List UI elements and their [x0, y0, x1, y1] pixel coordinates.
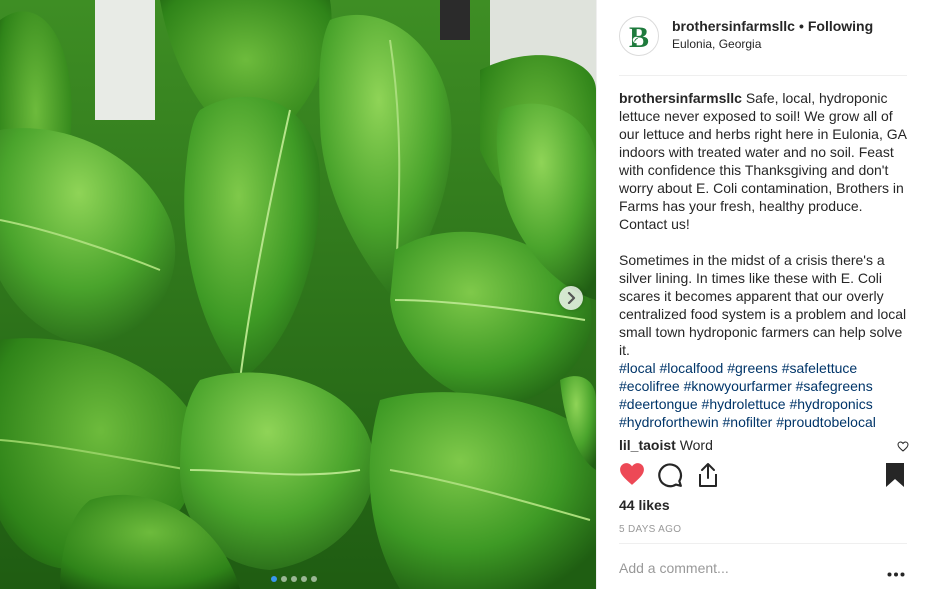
more-icon	[887, 572, 905, 577]
hashtag-link[interactable]: #ecolifree	[619, 378, 680, 394]
chevron-right-icon	[567, 292, 576, 304]
hashtag-link[interactable]: #hydroforthewin	[619, 414, 719, 430]
caption-paragraph-1: brothersinfarmsllc Safe, local, hydropon…	[619, 89, 911, 233]
carousel-dot	[311, 576, 317, 582]
like-button[interactable]	[619, 462, 645, 491]
carousel-dot	[291, 576, 297, 582]
like-count[interactable]: 44 likes	[619, 497, 670, 513]
hashtag-link[interactable]: #proudtobelocal	[776, 414, 876, 430]
caption-hashtags: #local #localfood #greens #safelettuce #…	[619, 359, 911, 431]
hashtag-link[interactable]: #hydroponics	[789, 396, 872, 412]
header-separator: •	[798, 18, 804, 34]
caption-username[interactable]: brothersinfarmsllc	[619, 90, 742, 106]
brand-logo-icon: B	[629, 21, 649, 52]
more-options-button[interactable]	[887, 564, 905, 582]
divider	[619, 543, 907, 544]
comment-text: Word	[679, 437, 713, 453]
hashtag-link[interactable]: #knowyourfarmer	[684, 378, 792, 394]
comment-button[interactable]	[657, 462, 683, 493]
lettuce-image	[0, 0, 596, 589]
heart-icon	[620, 463, 644, 485]
caption-paragraph-2: Sometimes in the midst of a crisis there…	[619, 252, 907, 358]
hashtag-link[interactable]: #safegreens	[796, 378, 873, 394]
carousel-dot-active	[271, 576, 277, 582]
comment-row: lil_taoist Word	[619, 436, 909, 454]
action-bar	[619, 462, 911, 492]
post-location[interactable]: Eulonia, Georgia	[672, 37, 873, 51]
hashtag-link[interactable]: #hydrolettuce	[702, 396, 786, 412]
bookmark-icon	[886, 463, 904, 487]
share-button[interactable]	[696, 462, 720, 493]
post-photo[interactable]	[0, 0, 596, 589]
post-timestamp[interactable]: 5 DAYS AGO	[619, 524, 681, 535]
avatar[interactable]: B	[619, 16, 659, 56]
carousel-indicator	[271, 576, 317, 582]
comment-like-button[interactable]	[897, 438, 909, 456]
svg-text:B: B	[629, 21, 649, 52]
caption-text-1: Safe, local, hydroponic lettuce never ex…	[619, 90, 907, 232]
hashtag-link[interactable]: #nofilter	[723, 414, 773, 430]
hashtag-link[interactable]: #deertongue	[619, 396, 698, 412]
post-header: B brothersinfarmsllc • Following Eulonia, …	[619, 16, 905, 76]
hashtag-link[interactable]: #safelettuce	[782, 360, 858, 376]
post-sidebar: B brothersinfarmsllc • Following Eulonia, …	[596, 0, 925, 589]
carousel-dot	[281, 576, 287, 582]
save-button[interactable]	[885, 462, 905, 493]
comment-icon	[658, 463, 683, 488]
carousel-next-button[interactable]	[559, 286, 583, 310]
post-username[interactable]: brothersinfarmsllc	[672, 18, 795, 34]
divider	[619, 75, 907, 76]
comment-username[interactable]: lil_taoist	[619, 437, 676, 453]
add-comment-input[interactable]	[619, 560, 869, 576]
hashtag-link[interactable]: #localfood	[659, 360, 723, 376]
share-icon	[699, 463, 717, 487]
heart-outline-icon	[897, 441, 909, 452]
hashtag-link[interactable]: #greens	[727, 360, 778, 376]
hashtag-link[interactable]: #local	[619, 360, 656, 376]
following-button[interactable]: Following	[808, 18, 873, 34]
carousel-dot	[301, 576, 307, 582]
post-caption: brothersinfarmsllc Safe, local, hydropon…	[619, 89, 911, 431]
